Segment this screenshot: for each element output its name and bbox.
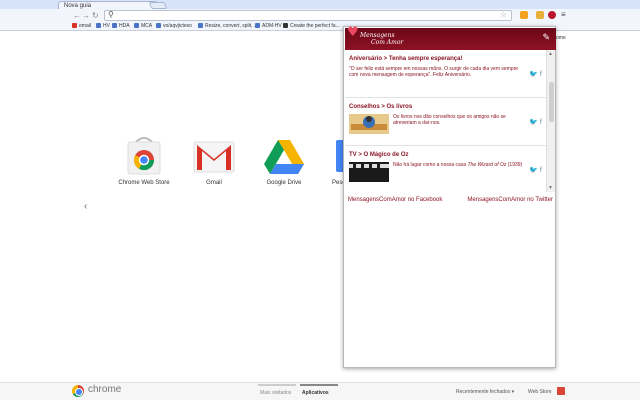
post-text: Os livros nos dão conselhos que os amigo… [393, 114, 506, 126]
app-google-drive[interactable]: Google Drive [248, 136, 320, 186]
app-label: Gmail [206, 180, 222, 186]
bookmark-item[interactable]: Resize, convert, split, ... [198, 23, 258, 29]
post-title[interactable]: Conselhos > Os livros [349, 104, 412, 110]
chrome-logo-text: chrome [88, 384, 122, 395]
web-store-link[interactable]: Web Store [528, 389, 552, 395]
scroll-down-icon[interactable]: ▼ [548, 185, 553, 191]
search-icon: ⚲ [108, 10, 114, 19]
bookmark-item[interactable]: ADM-HV [255, 23, 282, 29]
bookmark-item[interactable]: vo/aqvjicteso [156, 23, 192, 29]
scroll-up-icon[interactable]: ▲ [548, 51, 553, 57]
tab-indicator-active [300, 384, 338, 386]
search-app-icon [318, 136, 344, 176]
bookmark-item[interactable]: Create the perfect fa... [283, 23, 340, 29]
app-label: Google Drive [266, 180, 302, 186]
bookmark-icon [134, 23, 139, 28]
twitter-icon[interactable]: 🐦 [529, 119, 538, 126]
app-label: Chrome Web Store [118, 180, 170, 186]
extension-icon[interactable] [536, 11, 544, 19]
app-gmail[interactable]: Gmail [178, 136, 250, 186]
back-arrow-icon[interactable]: ← [73, 10, 81, 21]
app-label: Pesq [332, 180, 344, 186]
message-feed: Aniversário > Tenha sempre esperança! "O… [345, 50, 546, 192]
bookmark-icon [156, 23, 161, 28]
bookmark-icon [72, 23, 77, 28]
google-drive-icon [262, 136, 306, 176]
post-title[interactable]: TV > O Mágico de Oz [349, 152, 409, 158]
bookmark-item[interactable]: HDA [112, 23, 130, 29]
edit-pencil-icon[interactable]: ✎ [542, 32, 550, 43]
extension-rss-icon[interactable] [520, 11, 528, 19]
reload-icon[interactable]: ↻ [92, 10, 99, 21]
post-text: Não há lugar como a nossa casa The Wizar… [393, 162, 523, 168]
post-thumbnail [349, 114, 389, 134]
post-text: "O ser feliz está sempre em nossas mãos.… [349, 66, 519, 78]
twitter-icon[interactable]: 🐦 [529, 71, 538, 78]
tab-most-visited[interactable]: Mais visitados [260, 390, 291, 396]
app-chrome-web-store[interactable]: Chrome Web Store [108, 136, 180, 186]
share-icons[interactable]: 🐦 f [529, 118, 542, 126]
bookmark-icon [96, 23, 101, 28]
post-thumbnail [349, 162, 389, 182]
recently-closed-menu[interactable]: Recentemente fechados ▾ [456, 389, 514, 395]
share-icons[interactable]: 🐦 f [529, 166, 542, 174]
bookmark-icon [255, 23, 260, 28]
post-title[interactable]: Aniversário > Tenha sempre esperança! [349, 56, 462, 62]
menu-icon[interactable]: ≡ [561, 10, 566, 19]
bookmark-icon [283, 23, 288, 28]
share-icons[interactable]: 🐦 f [529, 70, 542, 78]
app-search[interactable]: Pesq [318, 136, 344, 186]
twitter-link[interactable]: MensagensComAmor no Twitter [467, 197, 553, 203]
chrome-web-store-icon [122, 136, 166, 176]
facebook-link[interactable]: MensagensComAmor no Facebook [348, 197, 442, 203]
popup-header: ♥ Mensagens Com Amor ✎ [345, 25, 556, 50]
facebook-icon[interactable]: f [540, 71, 542, 78]
list-item[interactable]: Conselhos > Os livros Os livros nos dão … [345, 98, 546, 146]
facebook-icon[interactable]: f [540, 119, 542, 126]
social-links: MensagensComAmor no Facebook MensagensCo… [345, 197, 556, 207]
bookmark-item[interactable]: email [72, 23, 91, 29]
twitter-icon[interactable]: 🐦 [529, 167, 538, 174]
forward-arrow-icon[interactable]: → [82, 10, 90, 21]
web-store-icon[interactable] [557, 387, 565, 395]
list-item[interactable]: TV > O Mágico de Oz Não há lugar como a … [345, 146, 546, 192]
heart-icon: ♥ [347, 25, 359, 40]
page-side-text: ome [556, 35, 566, 41]
bookmark-item[interactable]: HV [96, 23, 110, 29]
new-tab-button[interactable] [148, 2, 168, 9]
previous-page-chevron-icon[interactable]: ‹ [84, 201, 87, 212]
bookmark-item[interactable]: MCA [134, 23, 152, 29]
tab-apps[interactable]: Aplicativos [302, 390, 329, 396]
tab-indicator [258, 384, 296, 386]
gmail-icon [192, 136, 236, 176]
mensagens-popup: ♥ Mensagens Com Amor ✎ Aniversário > Ten… [343, 26, 556, 368]
mensagens-extension-icon[interactable] [548, 11, 556, 19]
list-item[interactable]: Aniversário > Tenha sempre esperança! "O… [345, 50, 546, 98]
scrollbar-thumb[interactable] [549, 82, 554, 122]
feed-scrollbar[interactable]: ▲ ▼ [546, 50, 555, 192]
chrome-logo-icon [72, 385, 84, 397]
star-icon[interactable]: ☆ [500, 10, 507, 19]
bookmark-icon [112, 23, 117, 28]
facebook-icon[interactable]: f [540, 167, 542, 174]
bookmark-icon [198, 23, 203, 28]
chevron-down-icon: ▾ [511, 389, 515, 395]
address-bar[interactable]: ⚲ ☆ [104, 10, 512, 21]
